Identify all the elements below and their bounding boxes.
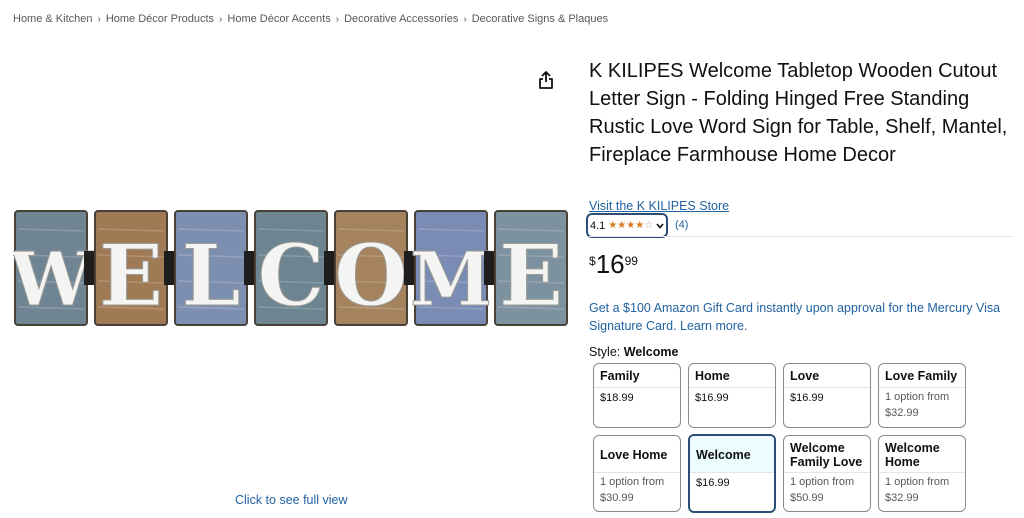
share-icon[interactable]	[537, 70, 555, 90]
style-option-name: Welcome Family Love	[790, 441, 863, 469]
chevron-down-icon	[656, 222, 664, 229]
star-filled-icon: ★	[626, 219, 636, 231]
breadcrumb-home-decor-accents[interactable]: Home Décor Accents	[227, 13, 330, 25]
style-option-price: $16.99	[790, 392, 824, 404]
price-symbol: $	[589, 254, 596, 268]
style-option-note: 1 option from	[885, 476, 950, 488]
promo-banner[interactable]: Get a $100 Amazon Gift Card instantly up…	[589, 299, 1014, 335]
style-option-note: 1 option from	[885, 391, 950, 403]
sign-letter: L	[181, 226, 240, 325]
style-option-note: 1 option from	[790, 476, 855, 488]
style-option-price: $30.99	[600, 492, 634, 504]
tile-divider	[879, 472, 965, 473]
style-option-price: $16.99	[696, 477, 730, 489]
tile-divider	[690, 472, 774, 473]
style-selected-value: Welcome	[623, 345, 679, 359]
style-option-name: Home	[695, 369, 730, 383]
breadcrumb-separator: ›	[219, 14, 223, 25]
sign-letter: E	[99, 226, 163, 325]
sign-panel: W	[8, 210, 94, 326]
price-fraction: 99	[624, 254, 638, 268]
breadcrumb-separator: ›	[97, 14, 101, 25]
style-option-name: Welcome Home	[885, 441, 940, 469]
style-option-welcome[interactable]: Welcome $16.99	[688, 434, 776, 513]
style-option-price: $50.99	[790, 492, 824, 504]
style-option-name: Love Family	[885, 369, 958, 383]
sign-letter: O	[334, 226, 407, 325]
sign-panel: M	[410, 210, 492, 326]
style-option-welcome-home[interactable]: Welcome Home 1 option from $32.99	[878, 435, 966, 512]
product-image[interactable]: WELCOME	[8, 206, 571, 330]
sign-panel: O	[334, 210, 408, 326]
style-option-love[interactable]: Love $16.99	[783, 363, 871, 428]
sign-panel: E	[494, 210, 568, 326]
style-option-love-family[interactable]: Love Family 1 option from $32.99	[878, 363, 966, 428]
breadcrumb-separator: ›	[463, 14, 467, 25]
style-option-name: Love Home	[600, 448, 668, 462]
sign-panel: L	[174, 210, 248, 326]
breadcrumb-separator: ›	[335, 14, 340, 25]
style-option-note: 1 option from	[600, 476, 665, 488]
breadcrumb: Home & Kitchen › Home Décor Products › Home …	[13, 13, 608, 25]
sign-panel: E	[94, 210, 168, 326]
style-option-price: $32.99	[885, 492, 919, 504]
breadcrumb-home-kitchen[interactable]: Home & Kitchen	[13, 13, 92, 25]
tile-divider	[594, 387, 680, 388]
sign-letter: W	[13, 237, 93, 323]
style-option-welcome-family-love[interactable]: Welcome Family Love 1 option from $50.99	[783, 435, 871, 512]
divider	[589, 236, 1014, 237]
star-empty-icon: ☆	[644, 219, 654, 231]
style-label-text: Style:	[589, 345, 621, 359]
breadcrumb-decorative-accessories[interactable]: Decorative Accessories	[344, 13, 458, 25]
rating-popover-trigger[interactable]: 4.1 ★ ★ ★ ★ ☆	[586, 213, 668, 238]
breadcrumb-decorative-signs[interactable]: Decorative Signs & Plaques	[472, 13, 608, 25]
style-option-name: Welcome	[696, 448, 751, 462]
star-filled-icon: ★	[617, 219, 627, 231]
full-view-link[interactable]: Click to see full view	[235, 493, 348, 507]
sign-letter: E	[499, 226, 563, 325]
style-option-home[interactable]: Home $16.99	[688, 363, 776, 428]
style-option-price: $16.99	[695, 392, 729, 404]
price-whole: 16	[595, 249, 625, 279]
product-title: K KILIPES Welcome Tabletop Wooden Cutout…	[589, 60, 1008, 166]
star-filled-icon: ★	[608, 219, 618, 231]
rating-value: 4.1	[590, 219, 606, 232]
tile-divider	[784, 387, 870, 388]
star-rating: ★ ★ ★ ★ ☆	[608, 219, 654, 231]
style-option-love-home[interactable]: Love Home 1 option from $30.99	[593, 435, 681, 512]
tile-divider	[784, 472, 870, 473]
sign-panel: C	[254, 210, 328, 326]
tile-divider	[879, 387, 965, 388]
price: $ 16 99	[589, 250, 638, 278]
store-link[interactable]: Visit the K KILIPES Store	[589, 199, 729, 213]
style-option-price: $18.99	[600, 392, 634, 404]
style-option-name: Family	[600, 369, 640, 383]
breadcrumb-home-decor-products[interactable]: Home Décor Products	[106, 13, 214, 25]
tile-divider	[689, 387, 775, 388]
tile-divider	[594, 472, 680, 473]
star-filled-icon: ★	[635, 219, 645, 231]
sign-letter: C	[258, 226, 325, 325]
sign-letter: M	[410, 237, 492, 323]
review-count-link[interactable]: (4)	[675, 219, 688, 231]
style-label: Style: Welcome	[589, 345, 678, 359]
style-option-name: Love	[790, 369, 820, 383]
style-option-family[interactable]: Family $18.99	[593, 363, 681, 428]
style-option-price: $32.99	[885, 407, 919, 419]
